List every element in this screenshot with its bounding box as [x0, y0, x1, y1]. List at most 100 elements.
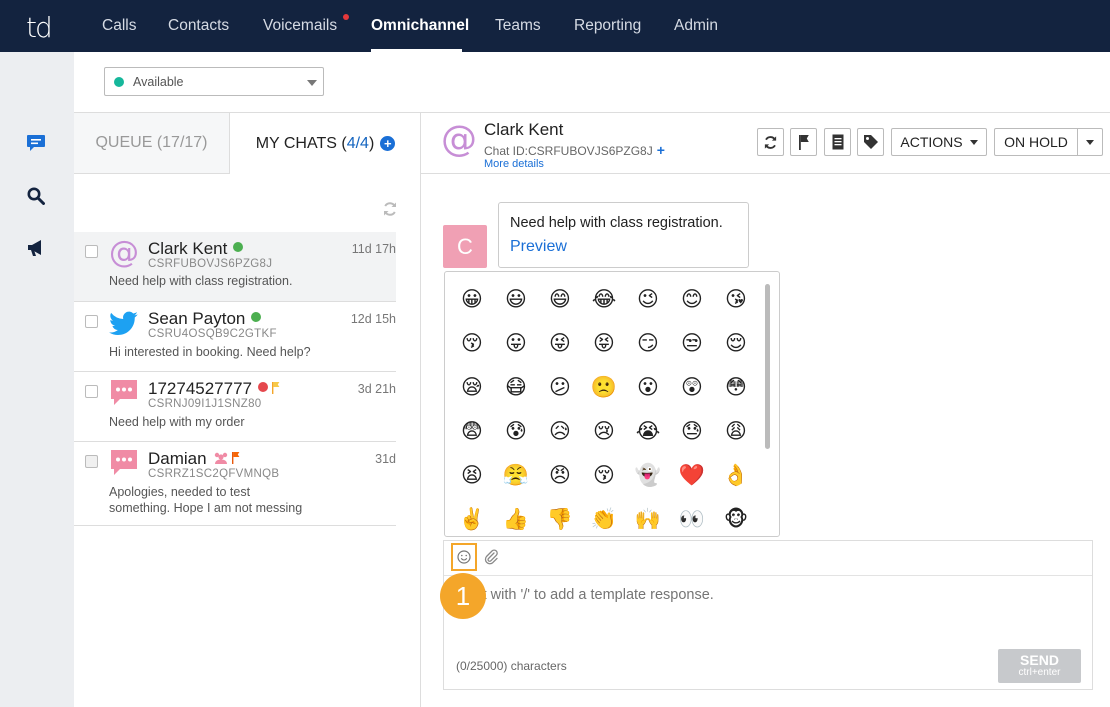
on-hold-button[interactable]: ON HOLD	[994, 128, 1078, 156]
twitter-channel-icon	[109, 311, 139, 341]
status-dropdown[interactable]: Available	[104, 67, 324, 96]
emoji-item[interactable]: 😠	[538, 453, 582, 497]
chat-select-checkbox[interactable]	[85, 245, 98, 258]
emoji-item[interactable]: 👻	[626, 453, 670, 497]
tab-my-chats[interactable]: MY CHATS (4/4) +	[230, 113, 421, 174]
emoji-item[interactable]: 😩	[714, 409, 758, 453]
online-status-dot	[233, 242, 244, 252]
emoji-item[interactable]: 😰	[494, 409, 538, 453]
char-count: (0/25000) characters	[456, 659, 567, 673]
emoji-item[interactable]: 👌	[714, 453, 758, 497]
refresh-icon[interactable]	[382, 201, 398, 222]
chevron-down-icon	[969, 139, 978, 145]
chat-id: CSRNJ09I1J1SNZ80	[148, 398, 262, 410]
chat-list-item[interactable]: Damian CSRRZ1SC2QFVMNQB Apologies, neede…	[74, 442, 396, 526]
on-hold-dropdown[interactable]	[1077, 128, 1103, 156]
emoji-item[interactable]: 👎	[538, 497, 582, 536]
search-icon[interactable]	[25, 185, 47, 207]
emoji-item[interactable]: 🐵	[714, 497, 758, 536]
chat-list-item[interactable]: Sean Payton CSRU4OSQB9C2GTKF Hi interest…	[74, 302, 396, 372]
emoji-item[interactable]: 🙁	[582, 365, 626, 409]
emoji-item[interactable]: 😢	[582, 409, 626, 453]
paperclip-icon[interactable]	[484, 549, 498, 570]
email-channel-icon: @	[441, 119, 477, 160]
nav-admin[interactable]: Admin	[674, 17, 718, 35]
nav-voicemails[interactable]: Voicemails	[263, 17, 337, 35]
chat-name: Damian	[148, 449, 207, 468]
emoji-item[interactable]: 😏	[626, 321, 670, 365]
chat-name-row: 17274527777	[148, 379, 280, 399]
emoji-item[interactable]: 👏	[582, 497, 626, 536]
chat-list-item[interactable]: @ Clark Kent CSRFUBOVJS6PZG8J Need help …	[74, 232, 396, 302]
flag-icon	[272, 379, 280, 399]
nav-reporting[interactable]: Reporting	[574, 17, 641, 35]
emoji-item[interactable]: 😊	[670, 277, 714, 321]
emoji-item[interactable]: 😌	[714, 321, 758, 365]
chat-select-checkbox[interactable]	[85, 385, 98, 398]
chat-select-checkbox[interactable]	[85, 315, 98, 328]
emoji-item[interactable]: 😛	[494, 321, 538, 365]
emoji-item[interactable]: ✌️	[450, 497, 494, 536]
megaphone-icon[interactable]	[25, 237, 47, 259]
conversation-pane: @ Clark Kent Chat ID:CSRFUBOVJS6PZG8J + M…	[421, 113, 1110, 707]
actions-dropdown[interactable]: ACTIONS	[891, 128, 987, 156]
emoji-item[interactable]: 😭	[626, 409, 670, 453]
emoji-item[interactable]: 😮	[626, 365, 670, 409]
preview-link[interactable]: Preview	[510, 238, 567, 256]
emoji-item[interactable]: 😝	[582, 321, 626, 365]
sms-channel-icon	[109, 378, 139, 408]
emoji-item[interactable]: 😥	[538, 409, 582, 453]
emoji-item[interactable]: 😒	[670, 321, 714, 365]
tag-button[interactable]	[857, 128, 884, 156]
emoji-item[interactable]: 😉	[626, 277, 670, 321]
emoji-item[interactable]: 👀	[670, 497, 714, 536]
emoji-item[interactable]: 😄	[538, 277, 582, 321]
emoji-item[interactable]: 😓	[670, 409, 714, 453]
tab-my-chats-prefix: MY CHATS (	[255, 134, 347, 152]
chat-list-pane: QUEUE (17/17) MY CHATS (4/4) + @ Clark K…	[74, 113, 421, 707]
notes-button[interactable]	[824, 128, 851, 156]
nav-omnichannel[interactable]: Omnichannel	[371, 17, 469, 35]
message-input[interactable]	[456, 587, 1076, 603]
emoji-button[interactable]	[451, 543, 477, 571]
emoji-item[interactable]: 😂	[582, 277, 626, 321]
tab-queue[interactable]: QUEUE (17/17)	[74, 113, 230, 174]
more-details-link[interactable]: More details	[484, 158, 544, 170]
chat-id: CSRU4OSQB9C2GTKF	[148, 328, 277, 340]
new-chat-plus-icon[interactable]: +	[380, 136, 396, 151]
emoji-item[interactable]: 😪	[450, 365, 494, 409]
tab-my-chats-suffix: )	[368, 134, 375, 152]
chat-id: CSRRZ1SC2QFVMNQB	[148, 468, 280, 480]
emoji-scrollbar[interactable]	[765, 284, 770, 449]
status-bar: Available	[74, 52, 1110, 113]
chat-list-item[interactable]: 17274527777 CSRNJ09I1J1SNZ80 Need help w…	[74, 372, 396, 442]
emoji-item[interactable]: 🙌	[626, 497, 670, 536]
emoji-item[interactable]: 😤	[494, 453, 538, 497]
emoji-item[interactable]: 😫	[450, 453, 494, 497]
emoji-item[interactable]: 😃	[494, 277, 538, 321]
emoji-item[interactable]: 😳	[714, 365, 758, 409]
emoji-item[interactable]: 😨	[450, 409, 494, 453]
emoji-item[interactable]: 😚	[450, 321, 494, 365]
emoji-item[interactable]: 😜	[538, 321, 582, 365]
flag-button[interactable]	[790, 128, 817, 156]
nav-teams[interactable]: Teams	[495, 17, 541, 35]
top-nav: td Calls Contacts Voicemails Omnichannel…	[0, 0, 1110, 52]
chat-select-checkbox[interactable]	[85, 455, 98, 468]
refresh-button[interactable]	[757, 128, 784, 156]
nav-contacts[interactable]: Contacts	[168, 17, 229, 35]
emoji-item[interactable]: 😘	[714, 277, 758, 321]
logo[interactable]: td	[26, 11, 53, 44]
send-button[interactable]: SEND ctrl+enter	[998, 649, 1081, 683]
emoji-item[interactable]: 😷	[494, 365, 538, 409]
nav-calls[interactable]: Calls	[102, 17, 136, 35]
emoji-item[interactable]: 😕	[538, 365, 582, 409]
sms-channel-icon	[109, 448, 139, 478]
emoji-item[interactable]: ❤️	[670, 453, 714, 497]
chat-icon[interactable]	[25, 132, 47, 154]
add-icon[interactable]: +	[657, 142, 665, 158]
emoji-item[interactable]: 😚	[582, 453, 626, 497]
emoji-item[interactable]: 😲	[670, 365, 714, 409]
emoji-item[interactable]: 👍	[494, 497, 538, 536]
emoji-item[interactable]: 😀	[450, 277, 494, 321]
